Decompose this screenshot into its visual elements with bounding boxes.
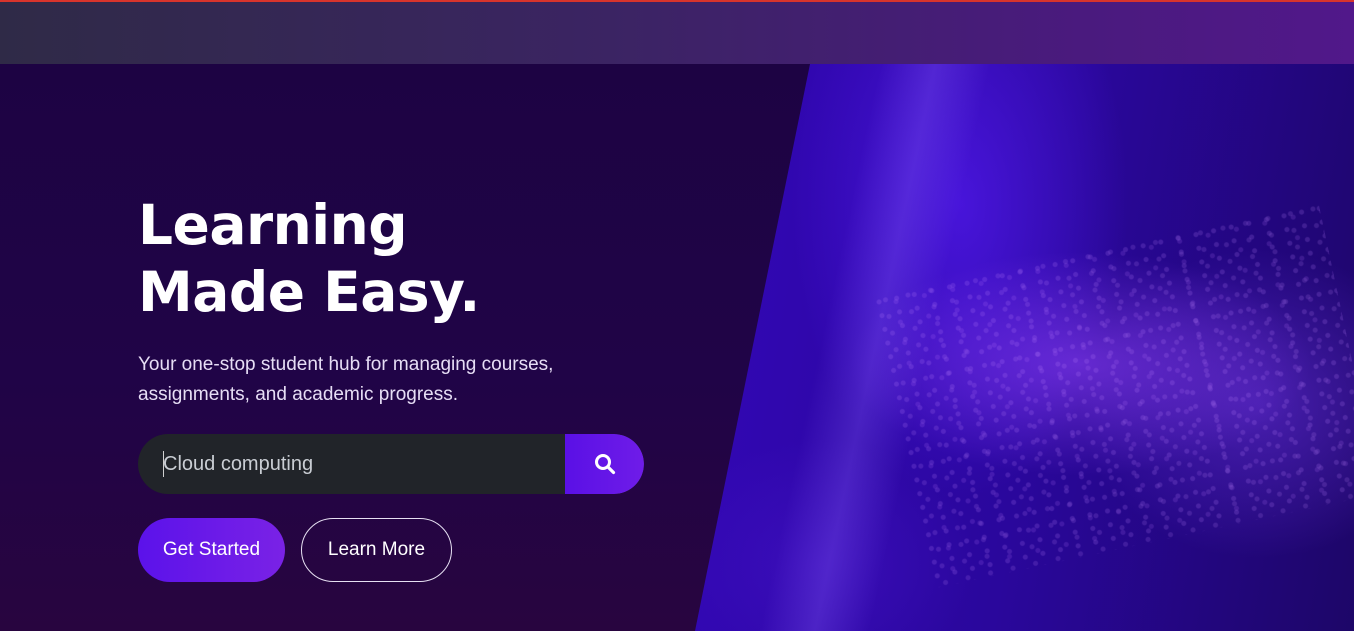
learn-more-button[interactable]: Learn More: [301, 518, 452, 582]
search-bar: Cloud computing: [138, 434, 644, 494]
top-accent-line: [0, 0, 1354, 2]
search-button[interactable]: [565, 434, 644, 494]
hero-subtitle: Your one-stop student hub for managing c…: [138, 354, 554, 405]
search-icon: [594, 453, 616, 475]
navbar: [0, 2, 1354, 64]
get-started-button[interactable]: Get Started: [138, 518, 285, 582]
search-input[interactable]: Cloud computing: [138, 434, 565, 494]
text-caret: [163, 451, 164, 477]
hero-headline: Learning Made Easy.: [138, 193, 480, 324]
page: Learning Made Easy. Your one-stop studen…: [0, 0, 1354, 631]
